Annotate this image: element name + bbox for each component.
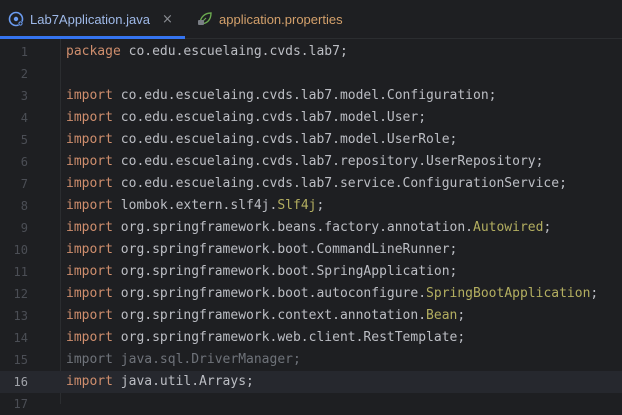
line-number: 5: [20, 133, 28, 147]
spring-leaf-icon: [197, 11, 213, 27]
code-text: import co.edu.escuelaing.cvds.lab7.model…: [66, 129, 457, 151]
keyword-token: import: [66, 286, 113, 301]
line-number: 12: [13, 287, 28, 301]
code-line[interactable]: 14 import org.springframework.web.client.…: [0, 327, 622, 349]
code-text: import co.edu.escuelaing.cvds.lab7.servi…: [66, 173, 567, 195]
annotation-token: Bean: [426, 308, 458, 323]
line-number: 14: [13, 331, 28, 345]
semicolon-token: ;: [316, 198, 325, 213]
code-token: org.springframework.boot.CommandLineRunn…: [112, 242, 458, 257]
line-number: 11: [13, 265, 28, 279]
semicolon-token: ;: [590, 286, 599, 301]
code-line[interactable]: 15 import java.sql.DriverManager;: [0, 349, 622, 371]
line-number: 8: [20, 199, 28, 213]
line-number: 3: [20, 89, 28, 103]
code-text: package co.edu.escuelaing.cvds.lab7;: [66, 41, 348, 63]
code-line[interactable]: 6 import co.edu.escuelaing.cvds.lab7.repo…: [0, 151, 622, 173]
code-text: import co.edu.escuelaing.cvds.lab7.model…: [66, 85, 496, 107]
code-line[interactable]: 1 package co.edu.escuelaing.cvds.lab7;: [0, 41, 622, 63]
code-token: org.springframework.web.client.RestTempl…: [112, 330, 466, 345]
code-text: import lombok.extern.slf4j.Slf4j;: [66, 195, 324, 217]
code-text: import org.springframework.boot.CommandL…: [66, 239, 457, 261]
line-number: 17: [13, 397, 28, 411]
code-line[interactable]: 11 import org.springframework.boot.Spring…: [0, 261, 622, 283]
code-line[interactable]: 9 import org.springframework.beans.factor…: [0, 217, 622, 239]
code-token: co.edu.escuelaing.cvds.lab7.model.UserRo…: [112, 132, 458, 147]
code-line[interactable]: 2: [0, 63, 622, 85]
code-line[interactable]: 7 import co.edu.escuelaing.cvds.lab7.serv…: [0, 173, 622, 195]
keyword-token: import: [66, 264, 113, 279]
java-class-icon: [8, 11, 24, 27]
annotation-token: SpringBootApplication: [426, 286, 591, 301]
line-number: 16: [13, 375, 28, 389]
keyword-token: import: [66, 176, 113, 191]
code-line[interactable]: 5 import co.edu.escuelaing.cvds.lab7.mode…: [0, 129, 622, 151]
semicolon-token: ;: [543, 220, 552, 235]
code-token: org.springframework.boot.autoconfigure.: [112, 286, 427, 301]
keyword-token: import: [66, 154, 113, 169]
code-line[interactable]: 16 import java.util.Arrays;: [0, 371, 622, 393]
code-line[interactable]: 3 import co.edu.escuelaing.cvds.lab7.mode…: [0, 85, 622, 107]
keyword-token: import: [66, 330, 113, 345]
code-token: lombok.extern.slf4j.: [112, 198, 278, 213]
code-text: import org.springframework.boot.SpringAp…: [66, 261, 457, 283]
code-line[interactable]: 17: [0, 393, 622, 415]
code-token: co.edu.escuelaing.cvds.lab7.model.Config…: [112, 88, 497, 103]
line-number: 9: [20, 221, 28, 235]
code-text: import org.springframework.boot.autoconf…: [66, 283, 598, 305]
keyword-token: package: [66, 44, 121, 59]
close-tab-icon[interactable]: ×: [162, 12, 173, 27]
editor-tab-bar: Lab7Application.java × application.prope…: [0, 0, 622, 39]
tab-lab7application-java[interactable]: Lab7Application.java ×: [0, 0, 185, 39]
tab-application-properties[interactable]: application.properties: [197, 0, 377, 38]
code-token: co.edu.escuelaing.cvds.lab7.repository.U…: [112, 154, 544, 169]
code-token: java.util.Arrays;: [112, 374, 254, 389]
line-number: 7: [20, 177, 28, 191]
keyword-token: import: [66, 220, 113, 235]
tab-label: Lab7Application.java: [30, 11, 150, 27]
code-text: import java.sql.DriverManager;: [66, 349, 301, 371]
code-token: co.edu.escuelaing.cvds.lab7;: [120, 44, 348, 59]
keyword-token: import: [66, 242, 113, 257]
keyword-token: import: [66, 198, 113, 213]
code-text: import org.springframework.beans.factory…: [66, 217, 551, 239]
code-line[interactable]: 10 import org.springframework.boot.Comman…: [0, 239, 622, 261]
code-token: co.edu.escuelaing.cvds.lab7.model.User;: [112, 110, 427, 125]
line-number: 13: [13, 309, 28, 323]
keyword-token: import: [66, 132, 113, 147]
line-number: 15: [13, 353, 28, 367]
keyword-token: import: [66, 110, 113, 125]
code-line[interactable]: 12 import org.springframework.boot.autoco…: [0, 283, 622, 305]
code-token: org.springframework.boot.SpringApplicati…: [112, 264, 458, 279]
keyword-token: import: [66, 374, 113, 389]
line-number: 1: [20, 45, 28, 59]
code-text: import org.springframework.web.client.Re…: [66, 327, 465, 349]
code-token: co.edu.escuelaing.cvds.lab7.service.Conf…: [112, 176, 567, 191]
code-token: org.springframework.context.annotation.: [112, 308, 427, 323]
code-token: org.springframework.beans.factory.annota…: [112, 220, 473, 235]
code-line[interactable]: 8 import lombok.extern.slf4j.Slf4j;: [0, 195, 622, 217]
keyword-token: import: [66, 88, 113, 103]
code-text: import co.edu.escuelaing.cvds.lab7.repos…: [66, 151, 543, 173]
code-token: java.sql.DriverManager;: [112, 352, 301, 367]
code-editor[interactable]: 1 package co.edu.escuelaing.cvds.lab7; 2 3 i…: [0, 39, 622, 411]
keyword-token: import: [66, 352, 113, 367]
code-text: import co.edu.escuelaing.cvds.lab7.model…: [66, 107, 426, 129]
line-number: 4: [20, 111, 28, 125]
annotation-token: Autowired: [473, 220, 544, 235]
line-number: 2: [20, 67, 28, 81]
code-line[interactable]: 13 import org.springframework.context.ann…: [0, 305, 622, 327]
code-text: import org.springframework.context.annot…: [66, 305, 465, 327]
annotation-token: Slf4j: [277, 198, 317, 213]
line-number: 10: [13, 243, 28, 257]
keyword-token: import: [66, 308, 113, 323]
code-line[interactable]: 4 import co.edu.escuelaing.cvds.lab7.mode…: [0, 107, 622, 129]
code-text: import java.util.Arrays;: [66, 371, 254, 393]
tab-label: application.properties: [219, 11, 343, 27]
line-number: 6: [20, 155, 28, 169]
semicolon-token: ;: [457, 308, 466, 323]
